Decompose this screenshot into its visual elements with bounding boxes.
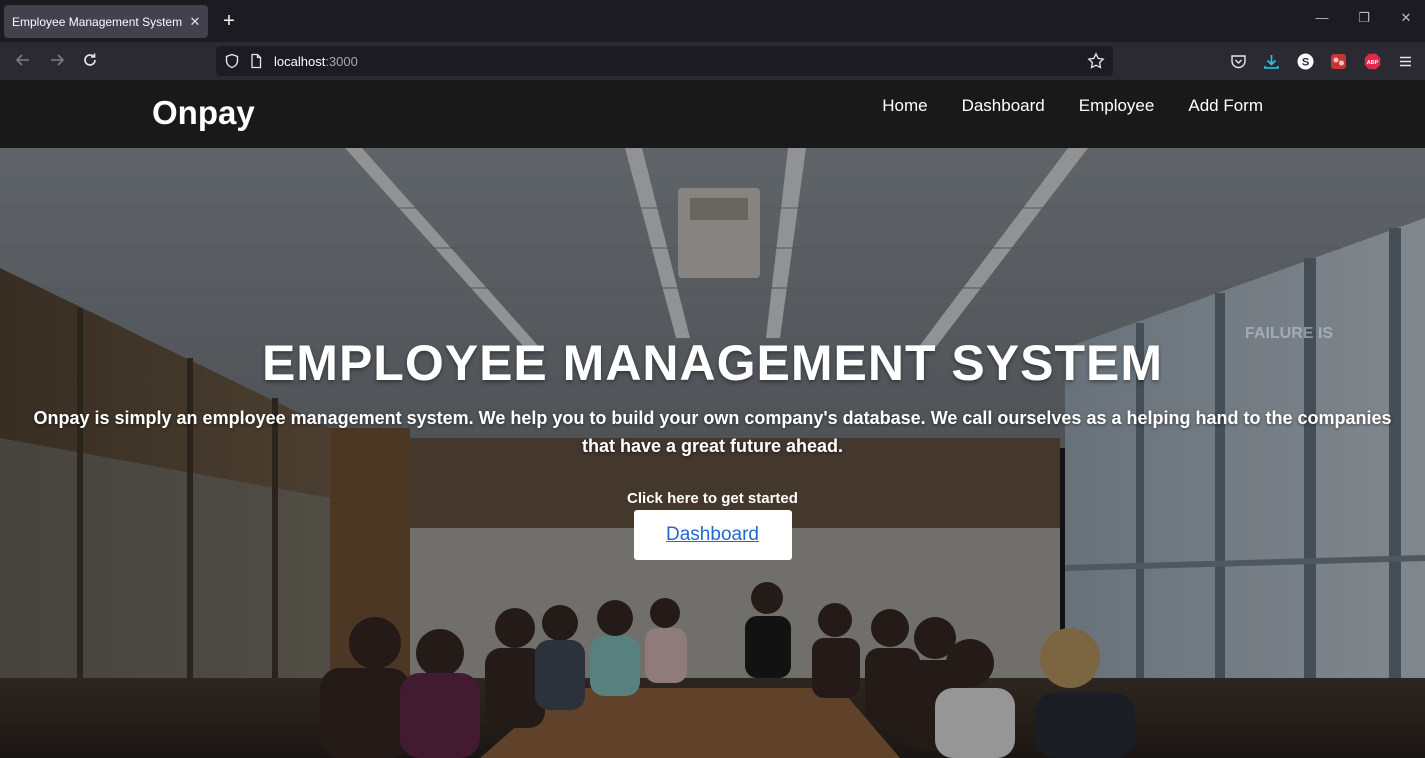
hero-title: EMPLOYEE MANAGEMENT SYSTEM <box>261 335 1164 391</box>
hero-section: FAILURE IS EMPLOYEE MANAGEMENT SYSTEM On… <box>0 148 1425 758</box>
dashboard-button[interactable]: Dashboard <box>633 510 792 560</box>
close-window-icon[interactable]: ✕ <box>1396 10 1416 26</box>
browser-toolbar: localhost:3000 S ABP <box>0 42 1425 80</box>
adblock-plus-icon[interactable]: ABP <box>1364 53 1381 70</box>
reload-icon[interactable] <box>80 51 100 71</box>
page-icon[interactable] <box>248 53 264 69</box>
tab-close-icon[interactable]: ✕ <box>182 14 208 30</box>
site-logo[interactable]: Onpay <box>152 94 255 132</box>
browser-tab-bar: Employee Management System ✕ + — ❐ ✕ <box>0 0 1425 42</box>
bookmark-star-icon[interactable] <box>1087 52 1105 70</box>
nav-link-add-form[interactable]: Add Form <box>1188 96 1263 116</box>
forward-icon[interactable] <box>47 51 67 71</box>
browser-tab[interactable]: Employee Management System ✕ <box>4 5 208 38</box>
skype-extension-icon[interactable]: S <box>1297 53 1314 70</box>
site-header: Onpay Home Dashboard Employee Add Form <box>0 80 1425 148</box>
hero-content: EMPLOYEE MANAGEMENT SYSTEM Onpay is simp… <box>0 334 1425 560</box>
url-host: localhost <box>274 53 326 69</box>
web-page: Onpay Home Dashboard Employee Add Form F… <box>0 80 1425 758</box>
pocket-icon[interactable] <box>1230 53 1247 70</box>
new-tab-icon[interactable]: + <box>218 9 240 33</box>
back-icon[interactable] <box>13 51 33 71</box>
nav-link-employee[interactable]: Employee <box>1079 96 1155 116</box>
download-icon[interactable] <box>1263 53 1280 70</box>
url-text: localhost:3000 <box>274 54 358 69</box>
restore-icon[interactable]: ❐ <box>1354 10 1374 26</box>
extension-icon[interactable] <box>1330 53 1347 70</box>
cta-label: Click here to get started <box>627 490 798 507</box>
nav-link-dashboard[interactable]: Dashboard <box>962 96 1045 116</box>
tab-title: Employee Management System <box>12 14 182 29</box>
svg-text:S: S <box>1302 57 1309 69</box>
hero-description: Onpay is simply an employee management s… <box>33 408 1392 456</box>
svg-text:ABP: ABP <box>1367 60 1379 66</box>
nav-link-home[interactable]: Home <box>882 96 927 116</box>
shield-icon[interactable] <box>224 53 240 69</box>
menu-icon[interactable] <box>1397 53 1414 70</box>
minimize-icon[interactable]: — <box>1312 10 1332 25</box>
url-port: :3000 <box>325 53 358 69</box>
site-nav: Home Dashboard Employee Add Form <box>882 96 1263 116</box>
address-bar[interactable]: localhost:3000 <box>216 46 1113 76</box>
